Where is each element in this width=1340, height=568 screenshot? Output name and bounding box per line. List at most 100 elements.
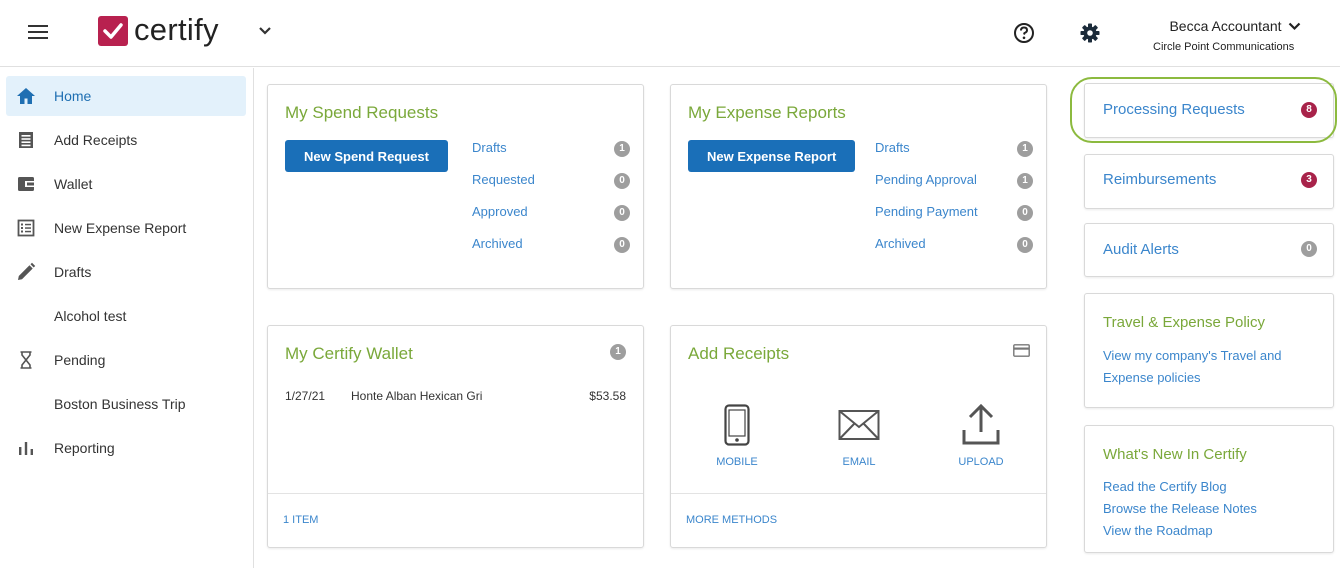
- reimbursements-link[interactable]: Reimbursements: [1103, 171, 1216, 188]
- sidebar-item-reporting[interactable]: Reporting: [6, 428, 246, 468]
- sidebar-item-label: Pending: [54, 352, 106, 368]
- mobile-phone-icon: [724, 404, 750, 446]
- receipt-icon: [19, 132, 33, 148]
- method-label: EMAIL: [842, 456, 876, 468]
- gear-icon[interactable]: [1079, 22, 1101, 44]
- card-title: Add Receipts: [688, 344, 790, 363]
- receipt-method-email[interactable]: EMAIL: [819, 404, 899, 468]
- spend-status-list: Drafts 1 Requested 0 Approved 0 Archived…: [472, 140, 630, 268]
- whats-new-card: What's New In Certify Read the Certify B…: [1084, 425, 1334, 553]
- card-footer: MORE METHODS: [671, 493, 1046, 547]
- wallet-item-merchant: Honte Alban Hexican Gri: [351, 389, 483, 403]
- travel-policy-link[interactable]: View my company's Travel and Expense pol…: [1103, 345, 1313, 389]
- status-row: Pending Approval 1: [875, 172, 1033, 204]
- count-badge: 0: [614, 237, 630, 253]
- credit-card-icon: [1013, 344, 1030, 357]
- card-title: My Certify Wallet: [285, 344, 413, 363]
- sidebar-item-label: Drafts: [54, 264, 92, 280]
- status-link-drafts[interactable]: Drafts: [472, 140, 507, 155]
- audit-alerts-card[interactable]: Audit Alerts 0: [1084, 223, 1334, 277]
- chevron-down-icon: [1288, 22, 1300, 30]
- bar-chart-icon: [19, 442, 33, 455]
- status-link-approved[interactable]: Approved: [472, 204, 528, 219]
- wallet-card: My Certify Wallet 1 1/27/21 Honte Alban …: [267, 325, 644, 548]
- status-row: Archived 0: [472, 236, 630, 268]
- sidebar-item-label: Boston Business Trip: [54, 396, 186, 412]
- audit-alerts-link[interactable]: Audit Alerts: [1103, 241, 1179, 258]
- wallet-icon: [18, 177, 34, 191]
- top-header: certify Becca Accountant Circle Point Co…: [0, 0, 1340, 67]
- status-link-archived[interactable]: Archived: [472, 236, 523, 251]
- count-badge: 0: [1017, 237, 1033, 253]
- count-badge: 0: [1017, 205, 1033, 221]
- sidebar: Home Add Receipts Wallet New Expense Rep…: [0, 68, 254, 568]
- help-icon[interactable]: [1013, 22, 1035, 44]
- sidebar-item-home[interactable]: Home: [6, 76, 246, 116]
- wallet-item-amount: $53.58: [589, 389, 626, 403]
- sidebar-item-pending[interactable]: Pending: [6, 340, 246, 380]
- count-badge: 0: [614, 173, 630, 189]
- sidebar-item-label: Home: [54, 88, 92, 104]
- hamburger-icon[interactable]: [28, 25, 48, 41]
- status-row: Requested 0: [472, 172, 630, 204]
- reimbursements-card[interactable]: Reimbursements 3: [1084, 154, 1334, 209]
- wallet-item-count-link[interactable]: 1 ITEM: [283, 514, 318, 526]
- reimbursements-count-badge: 3: [1301, 172, 1317, 188]
- wallet-item-date: 1/27/21: [285, 389, 326, 403]
- list-icon: [17, 219, 35, 237]
- card-title: What's New In Certify: [1103, 446, 1247, 463]
- sidebar-item-wallet[interactable]: Wallet: [6, 164, 246, 204]
- wallet-count-badge: 1: [610, 344, 626, 360]
- card-title: My Expense Reports: [688, 103, 846, 122]
- method-label: UPLOAD: [958, 456, 1004, 468]
- expense-status-list: Drafts 1 Pending Approval 1 Pending Paym…: [875, 140, 1033, 268]
- new-spend-request-button[interactable]: New Spend Request: [285, 140, 448, 172]
- home-icon: [17, 88, 35, 104]
- status-link-pending-payment[interactable]: Pending Payment: [875, 204, 978, 219]
- status-link-requested[interactable]: Requested: [472, 172, 535, 187]
- sidebar-item-drafts[interactable]: Drafts: [6, 252, 246, 292]
- sidebar-item-add-receipts[interactable]: Add Receipts: [6, 120, 246, 160]
- new-expense-report-button[interactable]: New Expense Report: [688, 140, 856, 172]
- travel-policy-card: Travel & Expense Policy View my company'…: [1084, 293, 1334, 408]
- status-row: Approved 0: [472, 204, 630, 236]
- sidebar-item-boston-business-trip[interactable]: Boston Business Trip: [6, 384, 246, 424]
- highlight-ring: [1070, 77, 1337, 143]
- sidebar-item-label: Reporting: [54, 440, 115, 456]
- status-link-archived[interactable]: Archived: [875, 236, 926, 251]
- sidebar-item-label: New Expense Report: [54, 220, 187, 236]
- logo-text: certify: [134, 12, 219, 47]
- method-label: MOBILE: [716, 456, 758, 468]
- expense-reports-card: My Expense Reports New Expense Report Dr…: [670, 84, 1047, 289]
- audit-count-badge: 0: [1301, 241, 1317, 257]
- sidebar-item-label: Wallet: [54, 176, 93, 192]
- card-title: My Spend Requests: [285, 103, 439, 122]
- receipt-method-upload[interactable]: UPLOAD: [941, 404, 1021, 468]
- pencil-icon: [18, 262, 36, 280]
- release-notes-link[interactable]: Browse the Release Notes: [1103, 498, 1313, 520]
- count-badge: 1: [614, 141, 630, 157]
- more-methods-link[interactable]: MORE METHODS: [686, 514, 777, 526]
- chevron-down-icon[interactable]: [258, 26, 272, 36]
- spend-requests-card: My Spend Requests New Spend Request Draf…: [267, 84, 644, 289]
- status-link-drafts[interactable]: Drafts: [875, 140, 910, 155]
- roadmap-link[interactable]: View the Roadmap: [1103, 520, 1313, 542]
- count-badge: 0: [614, 205, 630, 221]
- hourglass-icon: [20, 351, 32, 369]
- checkmark-logo-icon: [98, 16, 128, 46]
- status-row: Drafts 1: [472, 140, 630, 172]
- sidebar-item-label: Add Receipts: [54, 132, 138, 148]
- status-row: Archived 0: [875, 236, 1033, 268]
- user-name: Becca Accountant: [1169, 18, 1282, 34]
- status-link-pending-approval[interactable]: Pending Approval: [875, 172, 977, 187]
- card-footer: 1 ITEM: [268, 493, 643, 547]
- count-badge: 1: [1017, 141, 1033, 157]
- user-menu[interactable]: Becca Accountant Circle Point Communicat…: [1150, 18, 1320, 53]
- sidebar-item-new-expense-report[interactable]: New Expense Report: [6, 208, 246, 248]
- certify-logo[interactable]: certify: [98, 12, 219, 47]
- receipt-method-mobile[interactable]: MOBILE: [697, 404, 777, 468]
- certify-blog-link[interactable]: Read the Certify Blog: [1103, 476, 1313, 498]
- sidebar-item-alcohol-test[interactable]: Alcohol test: [6, 296, 246, 336]
- company-name: Circle Point Communications: [1153, 41, 1295, 53]
- card-title: Travel & Expense Policy: [1103, 314, 1266, 331]
